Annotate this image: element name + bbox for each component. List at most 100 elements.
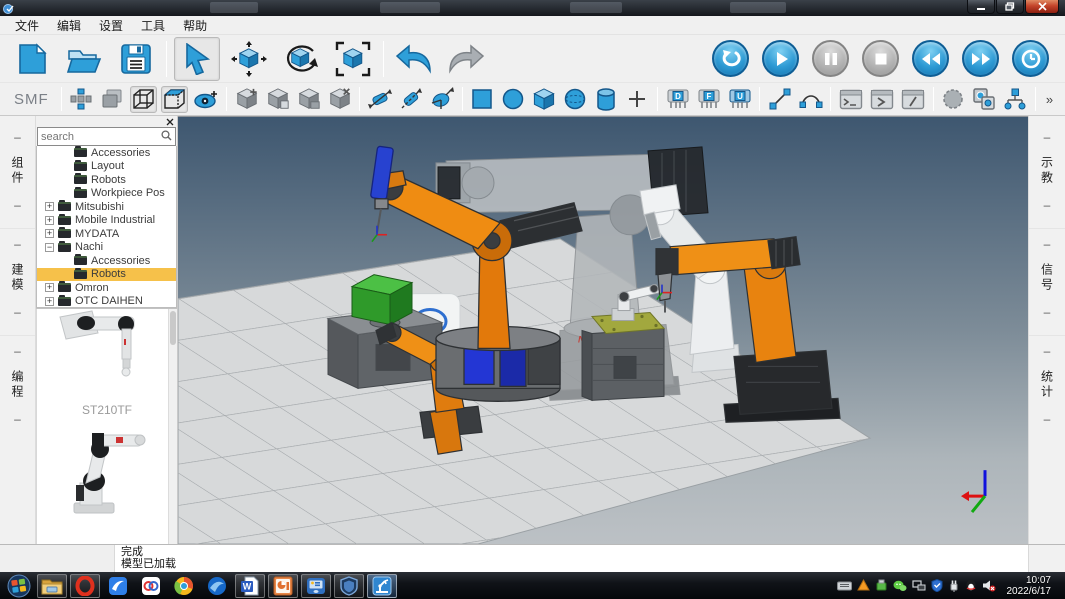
revolute-joint-icon[interactable]	[366, 86, 393, 113]
menu-item[interactable]: 编辑	[48, 16, 90, 35]
collapse-handle[interactable]: –	[14, 305, 21, 319]
taskbar-explorer[interactable]	[37, 574, 67, 598]
wireframe-cube-icon[interactable]	[130, 86, 157, 113]
dock-tab[interactable]: 编程	[9, 370, 26, 400]
downloads-tray-icon[interactable]	[857, 579, 870, 592]
undo-button[interactable]	[391, 37, 437, 81]
expander-icon[interactable]: +	[45, 283, 54, 292]
subtract-part-icon[interactable]	[295, 86, 322, 113]
toolbar-overflow-chevron[interactable]: »	[1040, 92, 1059, 107]
menu-item[interactable]: 文件	[6, 16, 48, 35]
tree-item[interactable]: + Mobile Industrial	[37, 214, 176, 228]
expander-icon[interactable]	[61, 189, 70, 198]
tree-item[interactable]: Accessories	[37, 254, 176, 268]
taskbar-screen-share[interactable]	[301, 574, 331, 598]
usb-tray-icon[interactable]	[875, 579, 888, 592]
tree-item[interactable]: Layout	[37, 160, 176, 174]
rotate-tool[interactable]	[278, 37, 324, 81]
pause-button[interactable]	[812, 40, 849, 77]
move-tool[interactable]	[226, 37, 272, 81]
expander-icon[interactable]	[61, 270, 70, 279]
start-button[interactable]	[4, 574, 34, 598]
collapse-handle[interactable]: –	[14, 198, 21, 212]
expander-icon[interactable]	[61, 162, 70, 171]
expander-icon[interactable]	[61, 256, 70, 265]
expander-icon[interactable]: +	[45, 229, 54, 238]
keyboard-tray-icon[interactable]	[837, 580, 852, 592]
tree-item[interactable]: Accessories	[37, 146, 176, 160]
delete-part-icon[interactable]	[326, 86, 353, 113]
robot-thumbnail[interactable]	[37, 309, 177, 397]
play-button[interactable]	[762, 40, 799, 77]
dock-tab[interactable]: 信号	[1039, 263, 1056, 293]
overlap-squares-icon[interactable]	[99, 86, 126, 113]
frame-select-tool[interactable]	[330, 37, 376, 81]
spherical-joint-icon[interactable]	[428, 86, 455, 113]
collapse-handle[interactable]: –	[14, 237, 21, 251]
expander-icon[interactable]	[61, 175, 70, 184]
time-settings-button[interactable]	[1012, 40, 1049, 77]
search-icon[interactable]	[158, 130, 175, 144]
new-file-button[interactable]	[9, 37, 55, 81]
primitive-cylinder-icon[interactable]	[593, 86, 620, 113]
dock-tab[interactable]: 示教	[1039, 156, 1056, 186]
select-tool[interactable]	[174, 37, 220, 81]
dashed-circle-icon[interactable]	[940, 86, 967, 113]
expander-icon[interactable]: +	[45, 202, 54, 211]
tree-item[interactable]: + OTC DAIHEN	[37, 295, 176, 309]
taskbar-security-shield[interactable]	[334, 574, 364, 598]
shaded-cube-icon[interactable]	[161, 86, 188, 113]
tree-item[interactable]: Robots	[37, 268, 176, 282]
expander-icon[interactable]	[61, 148, 70, 157]
wechat-tray-icon[interactable]	[893, 580, 907, 592]
close-button[interactable]	[1025, 0, 1059, 14]
collapse-handle[interactable]: –	[14, 130, 21, 144]
taskbar-powerpoint[interactable]	[268, 574, 298, 598]
collapse-handle[interactable]: –	[1044, 412, 1051, 426]
scrollbar[interactable]	[168, 309, 177, 544]
restore-button[interactable]	[996, 0, 1024, 14]
open-file-button[interactable]	[61, 37, 107, 81]
taskbar-opera[interactable]	[70, 574, 100, 598]
tree-item[interactable]: Robots	[37, 173, 176, 187]
3d-viewport[interactable]: NACHI	[178, 116, 1028, 544]
dock-tab[interactable]: 建模	[9, 263, 26, 293]
chip-u-icon[interactable]: U	[726, 86, 753, 113]
taskbar-rings-app[interactable]	[136, 574, 166, 598]
tree-item[interactable]: + Mitsubishi	[37, 200, 176, 214]
collapse-handle[interactable]: –	[1044, 198, 1051, 212]
collapse-handle[interactable]: –	[1044, 344, 1051, 358]
output-console-icon[interactable]	[868, 86, 895, 113]
chip-f-icon[interactable]: F	[695, 86, 722, 113]
search-input[interactable]	[38, 131, 158, 143]
reset-button[interactable]	[712, 40, 749, 77]
arc-curve-icon[interactable]	[797, 86, 824, 113]
chip-d-icon[interactable]: D	[664, 86, 691, 113]
taskbar-blue-browser[interactable]	[202, 574, 232, 598]
network-tray-icon[interactable]	[912, 580, 926, 592]
qq-tray-icon[interactable]	[965, 579, 977, 592]
robot-thumbnail[interactable]	[37, 421, 177, 521]
collapse-handle[interactable]: –	[1044, 130, 1051, 144]
primitive-circle-icon[interactable]	[500, 86, 527, 113]
primitive-box-icon[interactable]	[531, 86, 558, 113]
line-segment-icon[interactable]	[766, 86, 793, 113]
fast-forward-button[interactable]	[962, 40, 999, 77]
primitive-sphere-icon[interactable]	[562, 86, 589, 113]
terminal-icon[interactable]	[837, 86, 864, 113]
redo-button[interactable]	[443, 37, 489, 81]
collapse-handle[interactable]: –	[1044, 237, 1051, 251]
scrollbar-thumb[interactable]	[170, 311, 176, 345]
explode-assembly-icon[interactable]	[68, 86, 95, 113]
minimize-button[interactable]	[967, 0, 995, 14]
expander-icon[interactable]: −	[45, 243, 54, 252]
shield-tray-icon[interactable]	[931, 579, 943, 592]
script-editor-icon[interactable]	[900, 86, 927, 113]
taskbar-chrome[interactable]	[169, 574, 199, 598]
taskbar-robot-sim[interactable]	[367, 574, 397, 598]
menu-item[interactable]: 帮助	[174, 16, 216, 35]
add-primitive-icon[interactable]	[624, 86, 651, 113]
visibility-eye-icon[interactable]	[192, 86, 220, 113]
taskbar-word[interactable]: W	[235, 574, 265, 598]
dock-tab[interactable]: 组件	[9, 156, 26, 186]
